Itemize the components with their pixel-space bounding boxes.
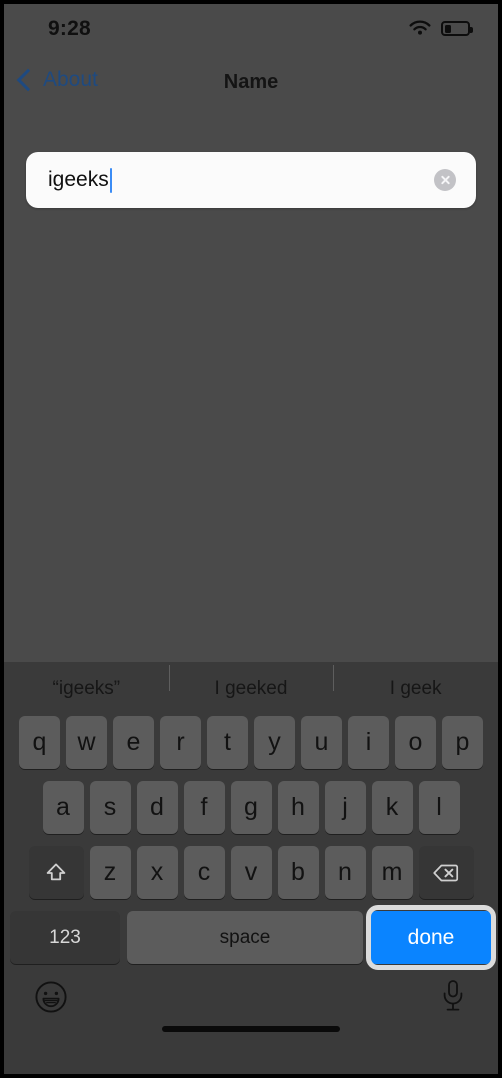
prediction-0[interactable]: “igeeks” — [4, 678, 169, 700]
device-screen: 9:28 About Name igeeks “igeeks” I geeked… — [4, 4, 498, 1074]
name-input-value: igeeks — [48, 168, 109, 191]
key-w[interactable]: w — [66, 716, 107, 769]
phone-screenshot: 9:28 About Name igeeks “igeeks” I geeked… — [0, 0, 502, 1078]
status-bar: 9:28 — [4, 4, 498, 56]
clear-text-button[interactable] — [434, 169, 456, 191]
backspace-key[interactable] — [418, 846, 474, 899]
key-e[interactable]: e — [113, 716, 154, 769]
prediction-2[interactable]: I geek — [333, 665, 498, 700]
keyboard: “igeeks” I geeked I geek q w e r t y u i… — [4, 662, 498, 1074]
key-x[interactable]: x — [136, 846, 178, 899]
shift-arrow-icon — [46, 863, 66, 880]
key-v[interactable]: v — [230, 846, 272, 899]
key-i[interactable]: i — [348, 716, 389, 769]
key-l[interactable]: l — [418, 781, 460, 834]
key-u[interactable]: u — [301, 716, 342, 769]
numbers-key[interactable]: 123 — [10, 911, 120, 964]
done-key[interactable]: done — [370, 911, 492, 964]
key-n[interactable]: n — [324, 846, 366, 899]
key-s[interactable]: s — [89, 781, 131, 834]
keyboard-row-4: 123 space done — [7, 905, 496, 970]
key-r[interactable]: r — [160, 716, 201, 769]
keyboard-rows: q w e r t y u i o p a s d f g h j k l z … — [4, 716, 498, 970]
key-o[interactable]: o — [395, 716, 436, 769]
keyboard-bottom-bar — [4, 964, 498, 1042]
wifi-icon — [409, 20, 431, 35]
keyboard-row-1: q w e r t y u i o p — [7, 716, 495, 769]
key-p[interactable]: p — [442, 716, 483, 769]
key-y[interactable]: y — [254, 716, 295, 769]
key-z[interactable]: z — [89, 846, 131, 899]
shift-key[interactable] — [28, 846, 84, 899]
key-f[interactable]: f — [183, 781, 225, 834]
key-a[interactable]: a — [42, 781, 84, 834]
navigation-bar: About Name — [4, 56, 498, 112]
key-h[interactable]: h — [277, 781, 319, 834]
keyboard-row-3: z x c v b n m — [7, 846, 495, 899]
status-time: 9:28 — [48, 17, 91, 40]
done-key-container: done — [366, 905, 496, 970]
name-input-text-wrap: igeeks — [48, 152, 113, 208]
page-title: Name — [223, 71, 279, 93]
prediction-1[interactable]: I geeked — [168, 665, 334, 700]
status-indicators — [408, 20, 473, 37]
battery-icon — [441, 21, 473, 36]
predictive-text-bar: “igeeks” I geeked I geek — [4, 662, 498, 716]
key-m[interactable]: m — [371, 846, 413, 899]
key-d[interactable]: d — [136, 781, 178, 834]
key-b[interactable]: b — [277, 846, 319, 899]
emoji-smiley-icon[interactable] — [34, 980, 68, 1014]
name-input[interactable]: igeeks — [26, 152, 476, 208]
backspace-icon — [433, 864, 459, 881]
text-caret — [109, 167, 113, 193]
key-c[interactable]: c — [183, 846, 225, 899]
key-q[interactable]: q — [19, 716, 60, 769]
key-j[interactable]: j — [324, 781, 366, 834]
key-k[interactable]: k — [371, 781, 413, 834]
key-g[interactable]: g — [230, 781, 272, 834]
home-indicator — [162, 1026, 340, 1032]
name-field-container: igeeks — [26, 152, 476, 208]
keyboard-row-2: a s d f g h j k l — [7, 781, 495, 834]
space-key[interactable]: space — [127, 911, 363, 964]
battery-fill — [444, 24, 451, 33]
microphone-icon[interactable] — [438, 978, 468, 1014]
key-t[interactable]: t — [207, 716, 248, 769]
clear-circle-icon — [440, 175, 451, 186]
